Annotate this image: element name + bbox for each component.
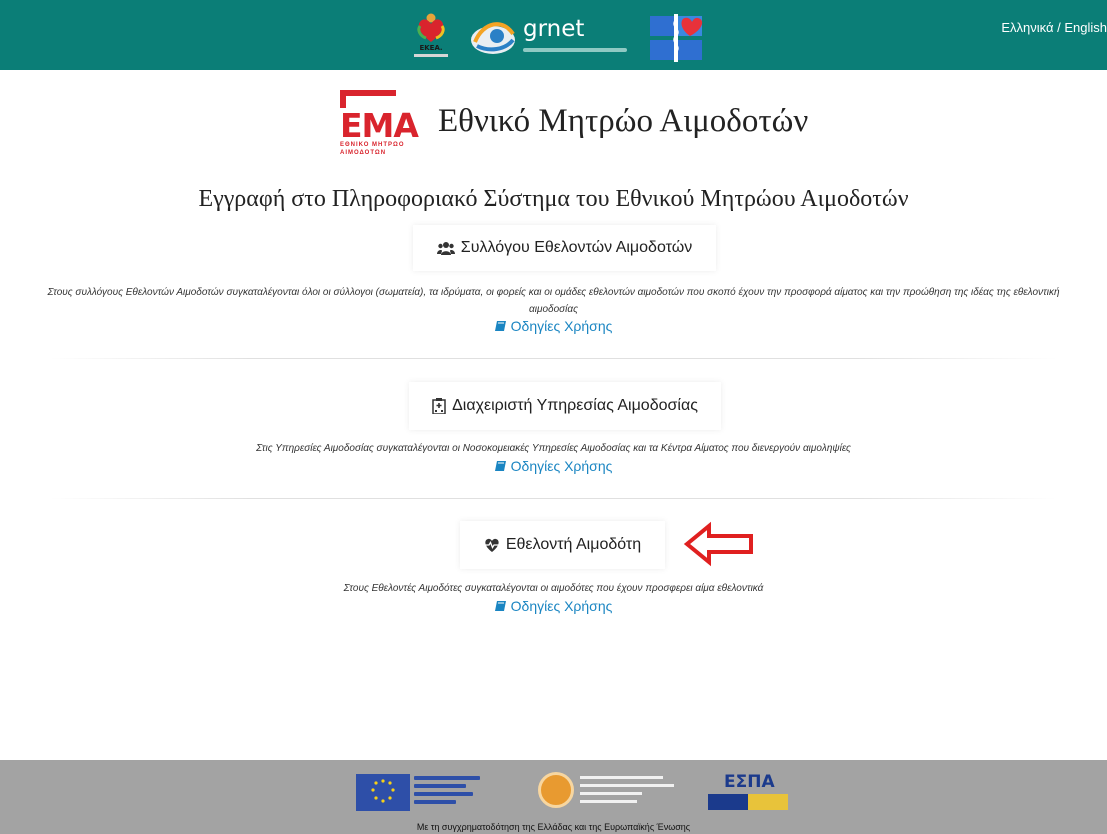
espa-logo-text: ΕΣΠΑ [724, 772, 775, 792]
language-switch-link[interactable]: Ελληνικά / English [1001, 20, 1107, 35]
ekea-logo: ΕΚΕΑ. [414, 12, 448, 64]
register-blood-service-button[interactable]: Διαχειριστή Υπηρεσίας Αιμοδοσίας [409, 382, 721, 430]
eu-logo-text-lines [414, 776, 498, 808]
grnet-tagline [523, 48, 627, 52]
espa-logo-bar-blue [708, 794, 748, 810]
volunteer-donor-manual-label: Οδηγίες Χρήσης [510, 598, 613, 614]
register-volunteer-donor-button[interactable]: Εθελοντή Αιμοδότη [460, 521, 665, 569]
association-manual-link[interactable]: Οδηγίες Χρήσης [0, 318, 1107, 334]
book-icon [494, 601, 506, 611]
heartbeat-icon [484, 538, 499, 552]
volunteer-donor-description: Στους Εθελοντές Αιμοδότες συγκαταλέγοντα… [343, 583, 764, 594]
section-divider [50, 498, 1057, 499]
register-association-button[interactable]: Συλλόγου Εθελοντών Αιμοδοτών [413, 225, 716, 271]
association-description: Στους συλλόγους Εθελοντών Αιμοδοτών συγκ… [0, 284, 1107, 318]
ema-logo-subtitle-2: ΑΙΜΟΔΟΤΩΝ [340, 150, 387, 156]
register-association-label: Συλλόγου Εθελοντών Αιμοδοτών [460, 239, 693, 256]
hospital-icon [432, 398, 446, 414]
cofunding-text: Με τη συγχρηματοδότηση της Ελλάδας και τ… [416, 822, 691, 832]
grnet-logo: grnet [467, 12, 627, 64]
section-divider [50, 358, 1057, 359]
association-manual-label: Οδηγίες Χρήσης [510, 318, 613, 334]
espa-logo: ΕΣΠΑ [708, 768, 788, 812]
registration-heading: Εγγραφή στο Πληροφοριακό Σύστημα του Εθν… [198, 186, 909, 212]
ekea-heart-icon [417, 13, 445, 42]
grnet-logo-text: grnet [523, 16, 585, 42]
grnet-swirl-icon [471, 22, 515, 54]
digital-convergence-logo [536, 768, 686, 812]
ministry-logo [650, 14, 706, 62]
register-blood-service-label: Διαχειριστή Υπηρεσίας Αιμοδοσίας [452, 397, 698, 414]
site-title: Εθνικό Μητρώο Αιμοδοτών [438, 103, 809, 139]
eu-regional-fund-logo [356, 768, 501, 812]
register-volunteer-donor-label: Εθελοντή Αιμοδότη [505, 536, 642, 553]
blood-service-manual-link[interactable]: Οδηγίες Χρήσης [0, 458, 1107, 474]
book-icon [494, 321, 506, 331]
group-icon [436, 242, 455, 255]
volunteer-donor-manual-link[interactable]: Οδηγίες Χρήσης [0, 598, 1107, 614]
footer: ΕΣΠΑ Με τη συγχρηματοδότηση της Ελλάδας … [0, 760, 1107, 834]
digital-convergence-emblem-icon [538, 772, 574, 808]
eu-flag-icon [356, 774, 410, 811]
ekea-logo-underline [414, 54, 448, 57]
red-arrow-annotation-icon [683, 521, 753, 567]
ema-logo: ΕΜΑ ΕΘΝΙΚΟ ΜΗΤΡΩΟ ΑΙΜΟΔΟΤΩΝ [340, 88, 419, 162]
blood-service-manual-label: Οδηγίες Χρήσης [510, 458, 613, 474]
ekea-logo-text: ΕΚΕΑ. [419, 44, 443, 52]
ema-logo-text: ΕΜΑ [340, 106, 419, 145]
medical-cross-icon [650, 14, 703, 62]
association-description-text: Στους συλλόγους Εθελοντών Αιμοδοτών συγκ… [47, 287, 1060, 315]
blood-service-description: Στις Υπηρεσίες Αιμοδοσίας συγκαταλέγοντα… [256, 443, 851, 454]
ema-logo-subtitle-1: ΕΘΝΙΚΟ ΜΗΤΡΩΟ [340, 142, 405, 148]
top-header: ΕΚΕΑ. grnet Ελληνικά / English [0, 0, 1107, 70]
digital-convergence-text-lines [580, 776, 684, 808]
book-icon [494, 461, 506, 471]
